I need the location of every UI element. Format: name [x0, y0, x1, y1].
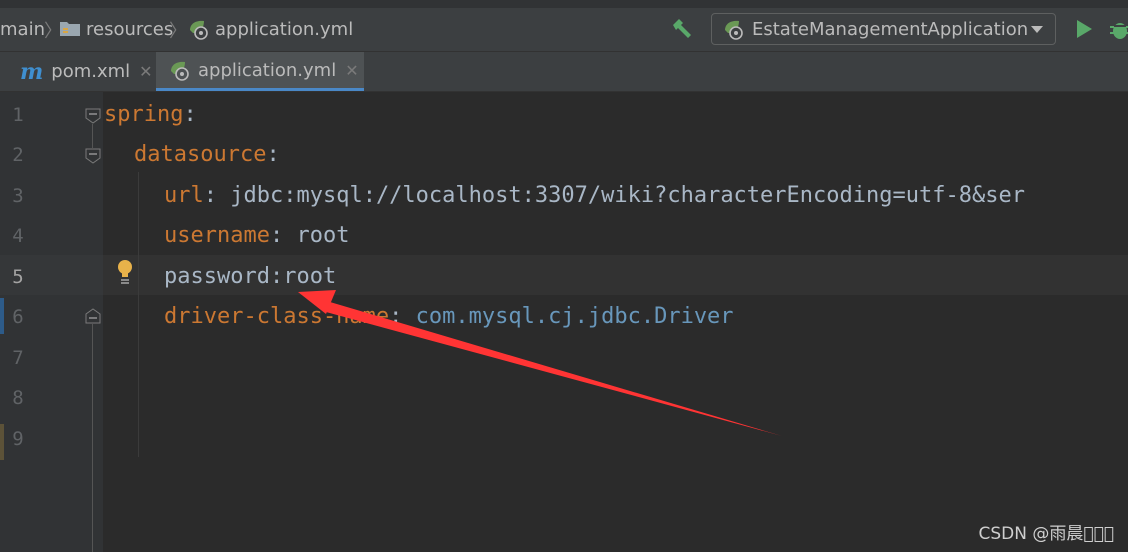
run-configuration-dropdown[interactable]: EstateManagementApplication: [711, 13, 1056, 45]
maven-m-icon: m: [20, 58, 44, 85]
code-editor[interactable]: 1 2 3 4 5 6 7 8 9 spring: datasource: ur…: [0, 92, 1128, 552]
close-icon[interactable]: ✕: [345, 61, 358, 80]
spring-boot-icon: [725, 20, 743, 40]
breadcrumb-label: main: [0, 18, 45, 40]
close-icon[interactable]: ✕: [139, 62, 152, 81]
spring-yml-icon: [190, 20, 208, 40]
breadcrumb-separator: 〉: [169, 21, 187, 42]
tab-label: application.yml: [198, 59, 337, 81]
navigation-bar: main 〉 resources 〉 application.yml Estat…: [0, 0, 1128, 52]
breadcrumb-item-main[interactable]: main: [0, 18, 45, 40]
run-configuration-name: EstateManagementApplication: [752, 18, 1029, 40]
watermark: CSDN @雨晨   : [978, 524, 1114, 544]
tab-application-yml[interactable]: application.yml ✕: [156, 52, 364, 91]
breadcrumb-label: resources: [86, 18, 174, 40]
tab-pom-xml[interactable]: m pom.xml ✕: [0, 52, 156, 91]
breadcrumb-item-resources[interactable]: resources: [86, 18, 173, 40]
spring-yml-icon: [171, 61, 189, 81]
resources-folder-icon: [60, 22, 80, 36]
window-top-strip: [0, 0, 1128, 8]
tab-label: pom.xml: [51, 61, 131, 82]
editor-tab-bar: m pom.xml ✕ application.yml ✕: [0, 52, 1128, 92]
chevron-down-icon: [1031, 26, 1043, 33]
annotation-arrow: [298, 290, 782, 436]
breadcrumb-label: application.yml: [215, 18, 354, 40]
build-hammer-icon[interactable]: [669, 17, 695, 43]
breadcrumb-item-application-yml[interactable]: application.yml: [187, 18, 353, 40]
run-play-icon[interactable]: [1075, 19, 1093, 39]
debug-bug-icon[interactable]: [1109, 17, 1128, 41]
